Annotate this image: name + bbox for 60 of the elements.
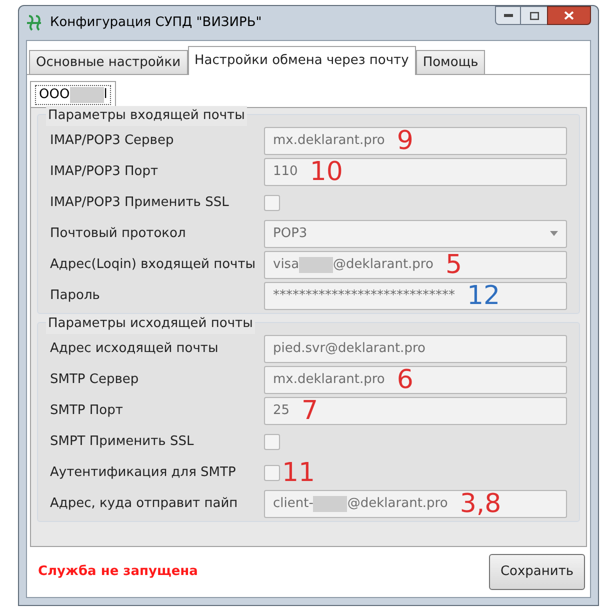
dropdown-arrow-icon	[550, 231, 558, 236]
checkbox[interactable]	[264, 194, 280, 210]
close-icon	[564, 11, 574, 20]
field-value: ****************************	[273, 286, 455, 305]
text-field[interactable]: 110 10	[264, 158, 567, 186]
field-label: Почтовый протокол	[50, 224, 187, 243]
annotation-number: 5	[445, 252, 462, 278]
close-button[interactable]	[547, 6, 591, 25]
field-label: Адрес исходящей почты	[50, 340, 220, 358]
redaction-block	[313, 496, 348, 512]
tab[interactable]: Основные настройки	[29, 50, 188, 74]
field-label: Адрес, куда отправит пайп	[50, 494, 239, 513]
annotation-number: 11	[282, 460, 316, 486]
redaction-block	[299, 256, 334, 272]
field-label: SMPT Применить SSL	[50, 432, 195, 451]
minimize-button[interactable]	[495, 6, 521, 25]
checkbox[interactable]	[264, 464, 280, 480]
status-message: Служба не запущена	[38, 563, 198, 582]
text-field[interactable]: mx.deklarant.pro 6	[264, 366, 567, 394]
group-title: Параметры входящей почты	[46, 106, 247, 126]
company-tab[interactable]: ООО l	[30, 81, 116, 107]
field-label: SMTP Порт	[50, 402, 124, 420]
annotation-number: 6	[396, 366, 414, 392]
annotation-number: 9	[396, 128, 414, 154]
annotation-number: 3,8	[460, 490, 502, 516]
text-field[interactable]: pied.svr@deklarant.pro	[264, 334, 567, 362]
field-value: visa @deklarant.pro	[273, 256, 434, 274]
field-label: IMAP/POP3 Сервер	[50, 132, 175, 150]
field-value: pied.svr@deklarant.pro	[273, 340, 426, 358]
field-value: 25	[273, 402, 290, 420]
maximize-button[interactable]	[521, 6, 547, 25]
field-value: mx.deklarant.pro	[273, 132, 385, 150]
field-label: IMAP/POP3 Порт	[50, 162, 160, 181]
save-button[interactable]: Сохранить	[489, 554, 585, 590]
app-logo-icon	[26, 14, 42, 32]
field-label: Пароль	[50, 286, 101, 305]
text-field[interactable]: client- @deklarant.pro 3,8	[264, 490, 567, 518]
field-value: mx.deklarant.pro	[273, 370, 385, 389]
annotation-number: 7	[302, 398, 318, 424]
text-field[interactable]: visa @deklarant.pro 5	[264, 250, 567, 278]
field-value: client- @deklarant.pro	[273, 494, 448, 514]
protocol-dropdown[interactable]: POP3	[264, 220, 567, 248]
tab[interactable]: Помощь	[416, 50, 486, 74]
field-label: IMAP/POP3 Применить SSL	[50, 194, 230, 212]
tab[interactable]: Настройки обмена через почту	[188, 46, 416, 75]
minimize-icon	[504, 14, 512, 17]
redaction-block	[70, 86, 104, 102]
group-title: Параметры исходящей почты	[46, 314, 255, 334]
field-label: Аутентификация для SMTP	[50, 464, 237, 482]
window-title: Конфигурация СУПД "ВИЗИРЬ"	[50, 14, 262, 32]
maximize-icon	[530, 12, 538, 20]
field-label: Адрес(Loqin) входящей почты	[50, 256, 257, 274]
text-field[interactable]: **************************** 12	[264, 282, 567, 310]
field-label: SMTP Сервер	[50, 370, 140, 389]
field-value: 110	[273, 162, 298, 181]
checkbox[interactable]	[264, 434, 280, 450]
annotation-number: 10	[310, 158, 343, 184]
annotation-number: 12	[467, 282, 500, 308]
text-field[interactable]: 25 7	[264, 396, 567, 424]
text-field[interactable]: mx.deklarant.pro 9	[264, 126, 567, 154]
